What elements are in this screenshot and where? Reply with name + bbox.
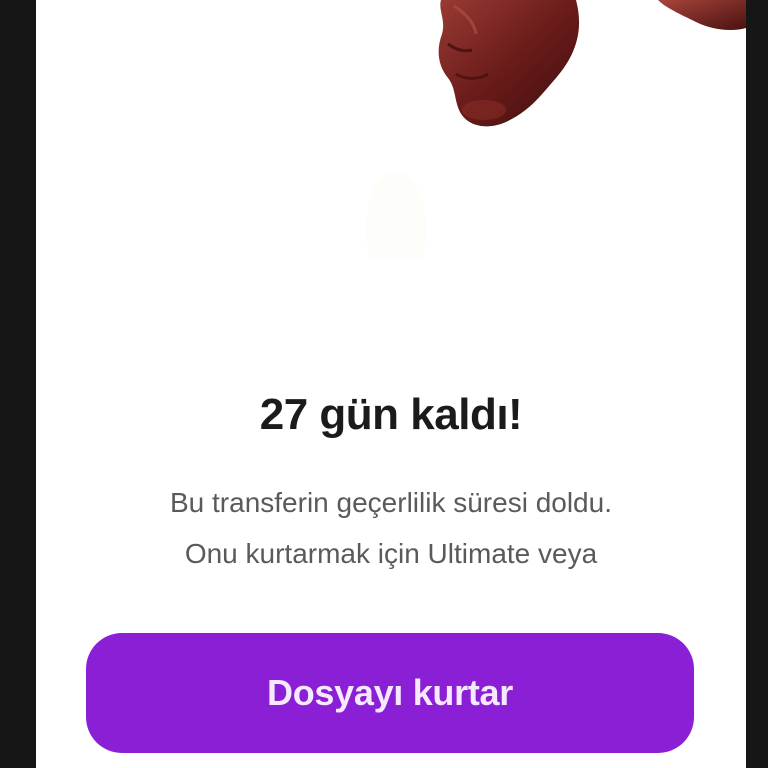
expiry-description: Bu transferin geçerlilik süresi doldu. O… bbox=[76, 477, 706, 579]
transfer-expired-panel: 27 gün kaldı! Bu transferin geçerlilik s… bbox=[36, 0, 746, 768]
days-remaining-title: 27 gün kaldı! bbox=[259, 390, 523, 439]
recover-file-button[interactable]: Dosyayı kurtar bbox=[86, 633, 694, 753]
chocolate-face-illustration bbox=[366, 0, 746, 260]
description-line-1: Bu transferin geçerlilik süresi doldu. bbox=[170, 487, 612, 518]
description-line-2: Onu kurtarmak için Ultimate veya bbox=[184, 538, 598, 569]
